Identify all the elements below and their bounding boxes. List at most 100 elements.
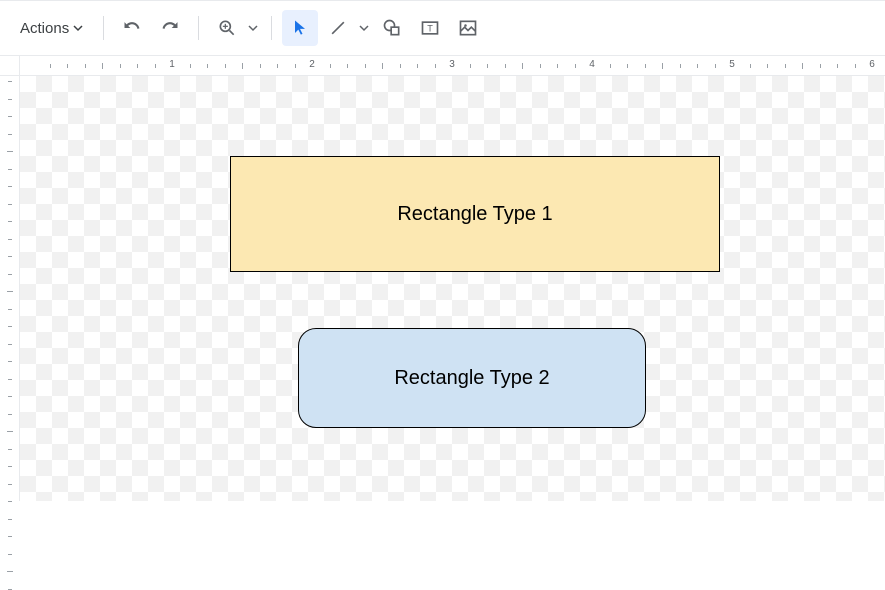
ruler-tick <box>207 64 208 68</box>
redo-button[interactable] <box>152 10 188 46</box>
ruler-label: 2 <box>309 59 315 70</box>
ruler-tick <box>837 64 838 68</box>
ruler-tick <box>8 326 12 327</box>
zoom-icon <box>217 18 237 38</box>
main-area: Rectangle Type 1 Rectangle Type 2 <box>0 76 885 501</box>
ruler-tick <box>680 64 681 68</box>
ruler-tick <box>627 64 628 68</box>
ruler-tick <box>8 466 12 467</box>
ruler-tick <box>8 274 12 275</box>
ruler-tick <box>190 64 191 68</box>
textbox-icon: T <box>420 18 440 38</box>
zoom-tool-group <box>209 10 261 46</box>
textbox-tool-button[interactable]: T <box>412 10 448 46</box>
ruler-tick <box>8 344 12 345</box>
rectangle-shape-2[interactable]: Rectangle Type 2 <box>298 328 646 428</box>
zoom-button[interactable] <box>209 10 245 46</box>
ruler-tick <box>8 519 12 520</box>
ruler-tick <box>8 134 12 135</box>
ruler-tick <box>137 64 138 68</box>
ruler-tick <box>67 64 68 68</box>
zoom-dropdown[interactable] <box>245 10 261 46</box>
ruler-tick <box>295 64 296 68</box>
ruler-tick <box>8 204 12 205</box>
toolbar: Actions T <box>0 0 885 56</box>
ruler-tick <box>8 414 12 415</box>
ruler-tick <box>277 64 278 68</box>
ruler-tick <box>120 64 121 68</box>
ruler-tick <box>522 63 523 69</box>
ruler-label: 5 <box>729 59 735 70</box>
ruler-label: 1 <box>169 59 175 70</box>
shape-label: Rectangle Type 1 <box>397 203 552 226</box>
separator <box>271 16 272 40</box>
ruler-tick <box>855 64 856 68</box>
ruler-tick <box>715 64 716 68</box>
svg-text:T: T <box>427 23 433 33</box>
actions-label: Actions <box>20 20 69 37</box>
ruler-tick <box>225 64 226 68</box>
ruler-tick <box>260 64 261 68</box>
ruler-row: 123456 <box>0 56 885 76</box>
separator <box>103 16 104 40</box>
ruler-tick <box>435 64 436 68</box>
line-tool-group <box>320 10 372 46</box>
ruler-tick <box>8 81 12 82</box>
ruler-tick <box>8 361 12 362</box>
select-tool-button[interactable] <box>282 10 318 46</box>
shape-tool-button[interactable] <box>374 10 410 46</box>
ruler-tick <box>802 63 803 69</box>
image-tool-button[interactable] <box>450 10 486 46</box>
ruler-tick <box>8 449 12 450</box>
ruler-tick <box>750 64 751 68</box>
actions-menu-button[interactable]: Actions <box>10 14 93 43</box>
horizontal-ruler: 123456 <box>20 56 885 76</box>
ruler-tick <box>8 116 12 117</box>
ruler-tick <box>50 64 51 68</box>
ruler-tick <box>8 256 12 257</box>
chevron-down-icon <box>248 23 258 33</box>
ruler-tick <box>8 239 12 240</box>
ruler-tick <box>540 64 541 68</box>
ruler-tick <box>330 64 331 68</box>
undo-icon <box>122 18 142 38</box>
line-icon <box>328 18 348 38</box>
ruler-tick <box>8 396 12 397</box>
ruler-tick <box>417 64 418 68</box>
shape-icon <box>382 18 402 38</box>
line-dropdown[interactable] <box>356 10 372 46</box>
ruler-tick <box>557 64 558 68</box>
ruler-tick <box>400 64 401 68</box>
ruler-tick <box>8 169 12 170</box>
ruler-tick <box>767 64 768 68</box>
ruler-tick <box>8 309 12 310</box>
separator <box>198 16 199 40</box>
ruler-tick <box>382 63 383 69</box>
chevron-down-icon <box>73 23 83 33</box>
ruler-tick <box>575 64 576 68</box>
ruler-tick <box>487 64 488 68</box>
redo-icon <box>160 18 180 38</box>
ruler-tick <box>785 64 786 68</box>
ruler-tick <box>8 221 12 222</box>
ruler-tick <box>242 63 243 69</box>
ruler-tick <box>8 379 12 380</box>
shape-label: Rectangle Type 2 <box>394 367 549 390</box>
ruler-tick <box>7 291 13 292</box>
ruler-tick <box>155 64 156 68</box>
ruler-label: 6 <box>869 59 875 70</box>
ruler-tick <box>7 571 13 572</box>
ruler-tick <box>662 63 663 69</box>
ruler-tick <box>7 431 13 432</box>
ruler-tick <box>8 554 12 555</box>
ruler-tick <box>645 64 646 68</box>
ruler-label: 3 <box>449 59 455 70</box>
ruler-tick <box>8 501 12 502</box>
drawing-canvas[interactable]: Rectangle Type 1 Rectangle Type 2 <box>20 76 885 501</box>
ruler-tick <box>8 99 12 100</box>
rectangle-shape-1[interactable]: Rectangle Type 1 <box>230 156 720 272</box>
ruler-tick <box>820 64 821 68</box>
undo-button[interactable] <box>114 10 150 46</box>
ruler-tick <box>8 484 12 485</box>
line-tool-button[interactable] <box>320 10 356 46</box>
